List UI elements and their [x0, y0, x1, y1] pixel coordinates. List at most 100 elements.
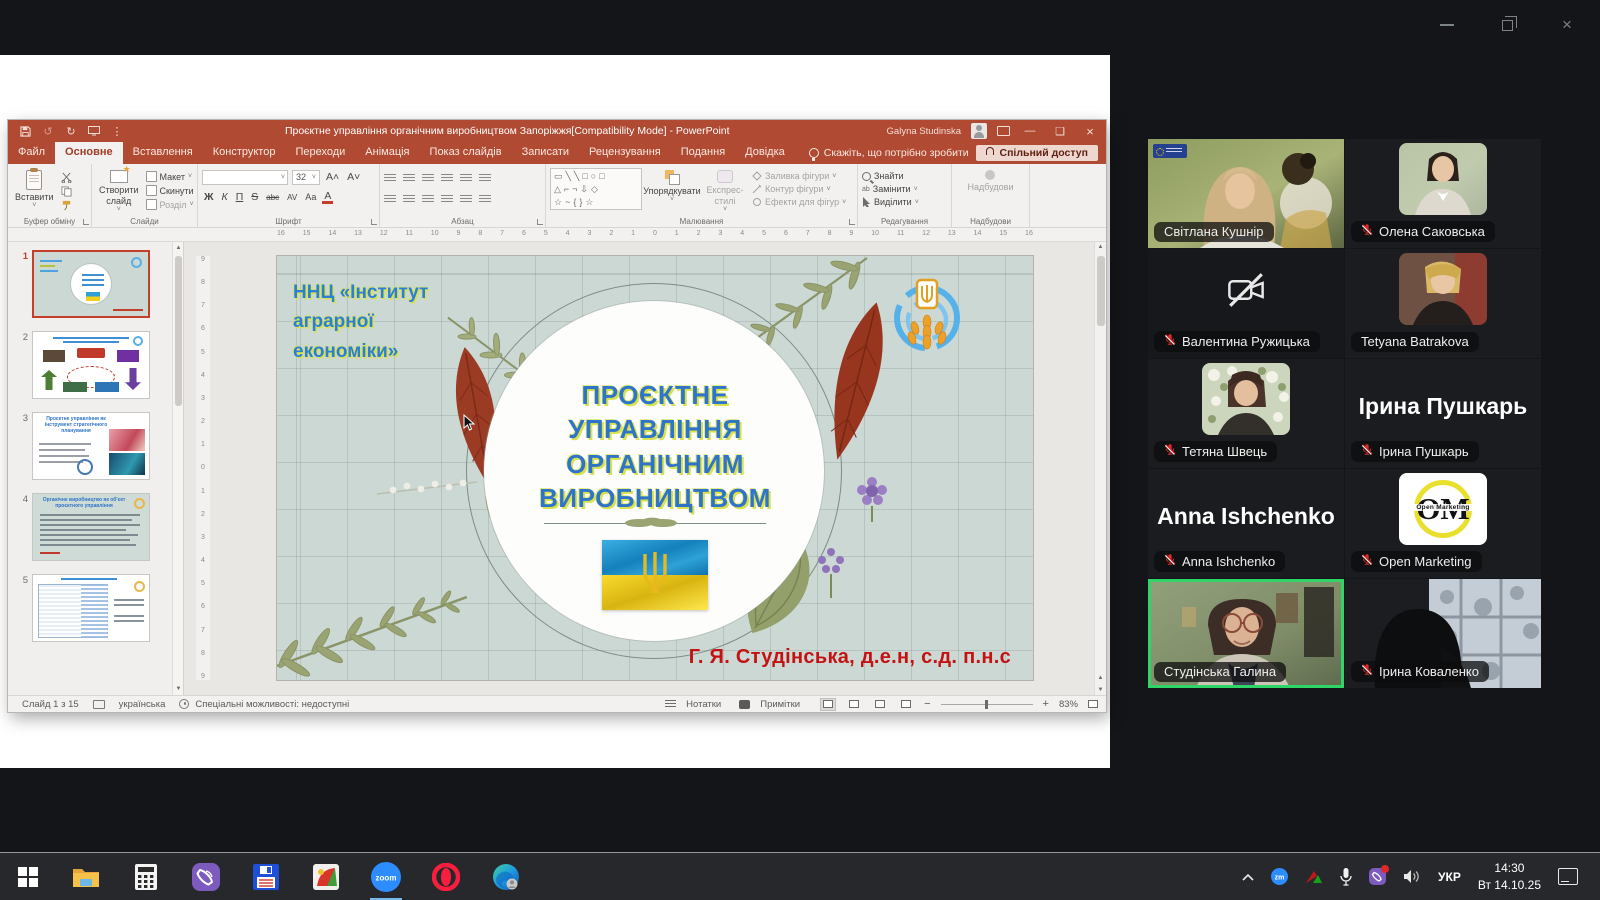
ppt-close-button[interactable]: ×: [1080, 124, 1100, 139]
edge-icon[interactable]: [476, 853, 536, 900]
addins-button[interactable]: Надбудови: [965, 168, 1017, 215]
participant-tile[interactable]: OM Open Marketing Open Marketing: [1345, 469, 1541, 578]
tray-zoom-icon[interactable]: zm: [1271, 868, 1288, 885]
arrange-button[interactable]: Упорядкувати˅: [646, 168, 698, 215]
tray-chevron-icon[interactable]: [1242, 873, 1254, 881]
shapes-gallery[interactable]: ▭╲╲□○□△⌐¬⇩◇☆~{}☆: [550, 168, 642, 210]
main-scrollbar[interactable]: ▲ ▲ ▼: [1094, 242, 1106, 695]
shrink-font-button[interactable]: А˅: [345, 171, 362, 183]
file-explorer-icon[interactable]: [56, 853, 116, 900]
numbering-icon[interactable]: [403, 174, 415, 183]
ribbon-tab[interactable]: Довідка: [735, 142, 795, 164]
ribbon-tab[interactable]: Файл: [8, 142, 55, 164]
ribbon-display-options-icon[interactable]: [997, 126, 1010, 136]
new-slide-button[interactable]: Створити слайд˅: [96, 168, 142, 215]
photo-viewer-icon[interactable]: [296, 853, 356, 900]
character-spacing-button[interactable]: AV: [285, 193, 299, 202]
paste-button[interactable]: Вставити˅: [12, 168, 57, 215]
zoom-slider[interactable]: [941, 704, 1033, 705]
undo-icon[interactable]: ↺: [41, 124, 55, 138]
participant-tile-active-speaker[interactable]: Студінська Галина: [1148, 579, 1344, 688]
calculator-icon[interactable]: [116, 853, 176, 900]
zoom-out-button[interactable]: −: [924, 698, 930, 710]
minimize-window-button[interactable]: [1434, 12, 1460, 38]
decrease-indent-icon[interactable]: [422, 174, 434, 183]
slide-canvas[interactable]: ННЦ «Інститут аграрної економіки»: [277, 256, 1033, 680]
comments-button[interactable]: Примітки: [760, 699, 800, 710]
participant-tile[interactable]: Anna Ishchenko Anna Ishchenko: [1148, 469, 1344, 578]
tray-speaker-icon[interactable]: [1403, 869, 1421, 884]
language-label[interactable]: українська: [119, 699, 166, 710]
shape-outline-button[interactable]: Контур фігури˅: [752, 184, 846, 194]
section-button[interactable]: Розділ˅: [146, 199, 194, 210]
fit-to-window-icon[interactable]: [1088, 700, 1098, 708]
change-case-button[interactable]: Аа: [303, 192, 318, 202]
drawing-dialog-launcher[interactable]: [849, 219, 855, 225]
keyboard-language[interactable]: УКР: [1438, 870, 1461, 884]
bold-button[interactable]: Ж: [202, 191, 216, 203]
reset-button[interactable]: Скинути: [146, 185, 194, 196]
strikethrough-button[interactable]: S: [249, 191, 260, 203]
slide-thumbnail-3[interactable]: 3 Проєктне управління як інструмент стра…: [16, 412, 173, 480]
replace-button[interactable]: abЗамінити˅: [862, 184, 919, 194]
opera-icon[interactable]: [416, 853, 476, 900]
ribbon-tab[interactable]: Переходи: [285, 142, 355, 164]
tell-me-box[interactable]: Скажіть, що потрібно зробити: [795, 142, 977, 164]
ribbon-tab[interactable]: Основне: [55, 142, 123, 164]
bullets-icon[interactable]: [384, 174, 396, 183]
quick-styles-button[interactable]: Експрес-стилі˅: [702, 168, 748, 215]
reading-view-button[interactable]: [872, 698, 888, 711]
text-direction-icon[interactable]: [479, 174, 491, 183]
underline-button[interactable]: П: [234, 191, 246, 203]
participant-tile[interactable]: Світлана Кушнір: [1148, 139, 1344, 248]
ribbon-tab[interactable]: Анімація: [355, 142, 419, 164]
slideshow-icon[interactable]: [87, 124, 101, 138]
select-button[interactable]: Виділити˅: [862, 197, 919, 207]
participant-tile[interactable]: Олена Саковська: [1345, 139, 1541, 248]
slideshow-view-button[interactable]: [898, 698, 914, 711]
slide-thumbnail-2[interactable]: 2: [16, 331, 173, 399]
qat-more-icon[interactable]: ⋮: [110, 124, 124, 138]
layout-button[interactable]: Макет˅: [146, 171, 194, 182]
zoom-in-button[interactable]: +: [1043, 698, 1049, 710]
participant-tile[interactable]: Ірина Пушкарь Ірина Пушкарь: [1345, 359, 1541, 468]
action-center-icon[interactable]: [1558, 868, 1578, 885]
participant-tile[interactable]: Ірина Коваленко: [1345, 579, 1541, 688]
slide-sorter-view-button[interactable]: [846, 698, 862, 711]
start-button[interactable]: [0, 853, 56, 900]
zoom-app-icon[interactable]: zoom: [356, 853, 416, 900]
align-left-icon[interactable]: [384, 195, 396, 204]
paragraph-dialog-launcher[interactable]: [537, 219, 543, 225]
slide-thumbnail-4[interactable]: 4 Органічне виробництво як об'єкт проєкт…: [16, 493, 173, 561]
ribbon-tab[interactable]: Показ слайдів: [420, 142, 512, 164]
justify-icon[interactable]: [441, 195, 453, 204]
viber-icon[interactable]: [176, 853, 236, 900]
font-dialog-launcher[interactable]: [371, 219, 377, 225]
zoom-percentage[interactable]: 83%: [1059, 699, 1078, 710]
thumbnail-scrollbar[interactable]: ▲ ▼: [172, 242, 183, 695]
clipboard-dialog-launcher[interactable]: [83, 219, 89, 225]
shape-effects-button[interactable]: Ефекти для фігур˅: [752, 197, 846, 207]
copy-button[interactable]: [61, 186, 72, 197]
font-color-button[interactable]: А: [322, 191, 333, 204]
align-right-icon[interactable]: [422, 195, 434, 204]
close-window-button[interactable]: ×: [1554, 12, 1580, 38]
ribbon-tab[interactable]: Конструктор: [203, 142, 286, 164]
restore-window-button[interactable]: [1494, 12, 1520, 38]
text-shadow-button[interactable]: abc: [264, 193, 281, 202]
ppt-minimize-button[interactable]: —: [1020, 125, 1040, 137]
tray-viber-icon[interactable]: [1369, 868, 1386, 885]
ppt-restore-button[interactable]: ❑: [1050, 125, 1070, 138]
font-size-box[interactable]: 32˅: [292, 170, 320, 185]
tray-microphone-icon[interactable]: [1340, 868, 1352, 886]
font-name-box[interactable]: ˅: [202, 170, 288, 185]
share-button[interactable]: Спільний доступ: [976, 145, 1098, 161]
redo-icon[interactable]: ↻: [64, 124, 78, 138]
accessibility-status[interactable]: Спеціальні можливості: недоступні: [195, 699, 349, 710]
grow-font-button[interactable]: А˄: [324, 171, 341, 183]
participant-tile[interactable]: Валентина Ружицька: [1148, 249, 1344, 358]
normal-view-button[interactable]: [820, 698, 836, 711]
ribbon-tab[interactable]: Записати: [512, 142, 579, 164]
ribbon-tab[interactable]: Подання: [671, 142, 735, 164]
increase-indent-icon[interactable]: [441, 174, 453, 183]
